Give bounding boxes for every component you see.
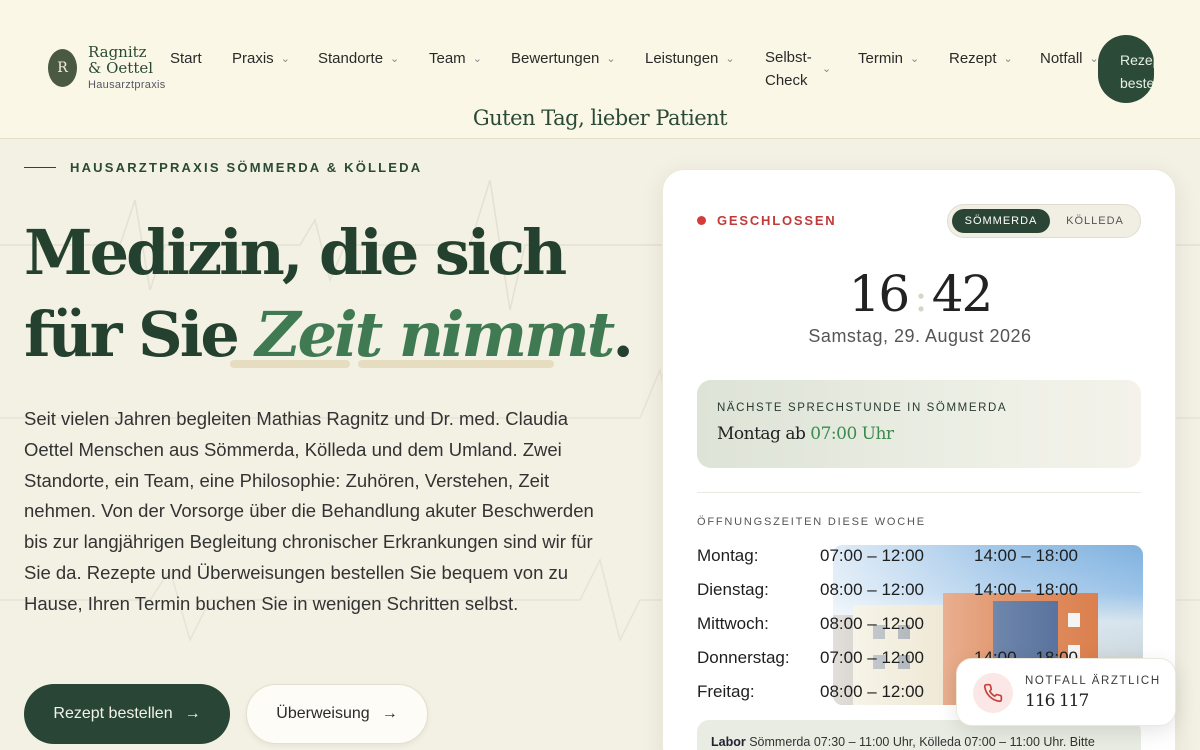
- next-consultation: NÄCHSTE SPRECHSTUNDE IN SÖMMERDA Montag …: [697, 380, 1141, 468]
- current-time: 16:42: [663, 265, 1177, 323]
- nav-item-rezept[interactable]: Rezept ⌄: [949, 50, 1013, 67]
- nav-item-bewertungen[interactable]: Bewertungen ⌄: [511, 50, 616, 67]
- chevron-down-icon: ⌄: [390, 53, 400, 65]
- hours-morning: 07:00 – 12:00: [820, 648, 924, 667]
- next-consultation-label: NÄCHSTE SPRECHSTUNDE IN SÖMMERDA: [717, 402, 1008, 414]
- nav-item-termin[interactable]: Termin ⌄: [858, 50, 919, 67]
- location-option-soemmerda[interactable]: SÖMMERDA: [952, 209, 1050, 233]
- headline-line-1: Medizin, die sich: [24, 216, 567, 289]
- hours-day: Freitag:: [697, 682, 755, 701]
- status-badge: GESCHLOSSEN: [697, 213, 836, 228]
- nav-item-praxis[interactable]: Praxis ⌄: [232, 50, 290, 67]
- hours-day: Donnerstag:: [697, 648, 790, 667]
- hero-headline: Medizin, die sich für Sie Zeit nimmt.: [24, 212, 644, 376]
- rezept-bestellen-button[interactable]: Rezept bestellen →: [24, 684, 230, 744]
- headline-emphasis: Zeit nimmt: [255, 298, 615, 371]
- current-date: Samstag, 29. August 2026: [808, 326, 1032, 346]
- logo-mark: R: [48, 48, 77, 87]
- arrow-right-icon: →: [184, 705, 201, 722]
- logo-subtitle: Hausarztpraxis: [88, 79, 166, 91]
- nav-item-leistungen[interactable]: Leistungen ⌄: [645, 50, 735, 67]
- eyebrow-text: HAUSARZTPRAXIS SÖMMERDA & KÖLLEDA: [70, 160, 423, 175]
- chevron-down-icon: ⌄: [280, 53, 290, 65]
- labor-label: Labor: [711, 735, 746, 749]
- hours-heading: ÖFFNUNGSZEITEN DIESE WOCHE: [697, 516, 926, 528]
- clock-hours: 16: [848, 265, 911, 323]
- clock-separator: :: [914, 275, 928, 321]
- nav-item-notfall[interactable]: Notfall ⌄: [1040, 50, 1099, 67]
- hours-day: Montag:: [697, 546, 759, 565]
- chevron-down-icon: ⌄: [472, 53, 482, 65]
- logo[interactable]: R Ragnitz & Oettel Hausarztpraxis: [48, 44, 166, 91]
- header-rezept-button[interactable]: Rezept bestellen: [1098, 35, 1154, 103]
- eyebrow-line: [24, 167, 56, 168]
- hours-morning: 08:00 – 12:00: [820, 580, 924, 599]
- hours-morning: 08:00 – 12:00: [820, 614, 924, 633]
- chevron-down-icon: ⌄: [822, 63, 832, 75]
- next-hour: 07:00 Uhr: [810, 424, 894, 444]
- headline-period: .: [612, 298, 634, 371]
- ueberweisung-label: Überweisung: [276, 705, 370, 722]
- hours-morning: 08:00 – 12:00: [820, 682, 924, 701]
- hours-morning: 07:00 – 12:00: [820, 546, 924, 565]
- emergency-label: NOTFALL ÄRZTLICH: [1025, 675, 1161, 687]
- hours-afternoon: 14:00 – 18:00: [974, 580, 1078, 599]
- greeting-text: Guten Tag, lieber Patient: [472, 106, 728, 130]
- arrow-right-icon: →: [381, 705, 398, 722]
- hours-afternoon: 14:00 – 18:00: [974, 546, 1078, 565]
- headline-line-2: für Sie: [24, 298, 256, 371]
- rezept-bestellen-label: Rezept bestellen: [53, 705, 173, 722]
- logo-name: Ragnitz & Oettel: [88, 43, 154, 77]
- hero-intro: Seit vielen Jahren begleiten Mathias Rag…: [24, 408, 594, 614]
- chevron-down-icon: ⌄: [1003, 53, 1013, 65]
- nav-item-start[interactable]: Start: [170, 50, 202, 67]
- emergency-call-card[interactable]: NOTFALL ÄRZTLICH 116 117: [956, 658, 1176, 726]
- hours-day: Dienstag:: [697, 580, 769, 599]
- status-text: GESCHLOSSEN: [717, 213, 837, 228]
- nav-item-standorte[interactable]: Standorte ⌄: [318, 50, 399, 67]
- chevron-down-icon: ⌄: [910, 53, 920, 65]
- next-day: Montag ab: [717, 424, 811, 444]
- hours-day: Mittwoch:: [697, 614, 769, 633]
- next-consultation-time: Montag ab 07:00 Uhr: [717, 424, 894, 444]
- location-option-koelleda[interactable]: KÖLLEDA: [1052, 209, 1138, 233]
- status-dot-icon: [697, 216, 706, 225]
- labor-text: Sömmerda 07:30 – 11:00 Uhr, Kölleda 07:0…: [745, 735, 1095, 749]
- chevron-down-icon: ⌄: [725, 53, 735, 65]
- phone-icon: [973, 673, 1013, 713]
- chevron-down-icon: ⌄: [606, 53, 616, 65]
- header-rezept-label: Rezept bestellen: [1120, 52, 1154, 91]
- divider: [697, 492, 1141, 493]
- clock-minutes: 42: [931, 265, 994, 323]
- location-toggle: SÖMMERDA KÖLLEDA: [947, 204, 1141, 238]
- hero-eyebrow: HAUSARZTPRAXIS SÖMMERDA & KÖLLEDA: [24, 160, 422, 175]
- nav-item-selbst-check[interactable]: Selbst-Check ⌄: [765, 46, 831, 92]
- ueberweisung-button[interactable]: Überweisung →: [246, 684, 428, 744]
- nav-item-team[interactable]: Team ⌄: [429, 50, 482, 67]
- emergency-number: 116 117: [1025, 691, 1089, 711]
